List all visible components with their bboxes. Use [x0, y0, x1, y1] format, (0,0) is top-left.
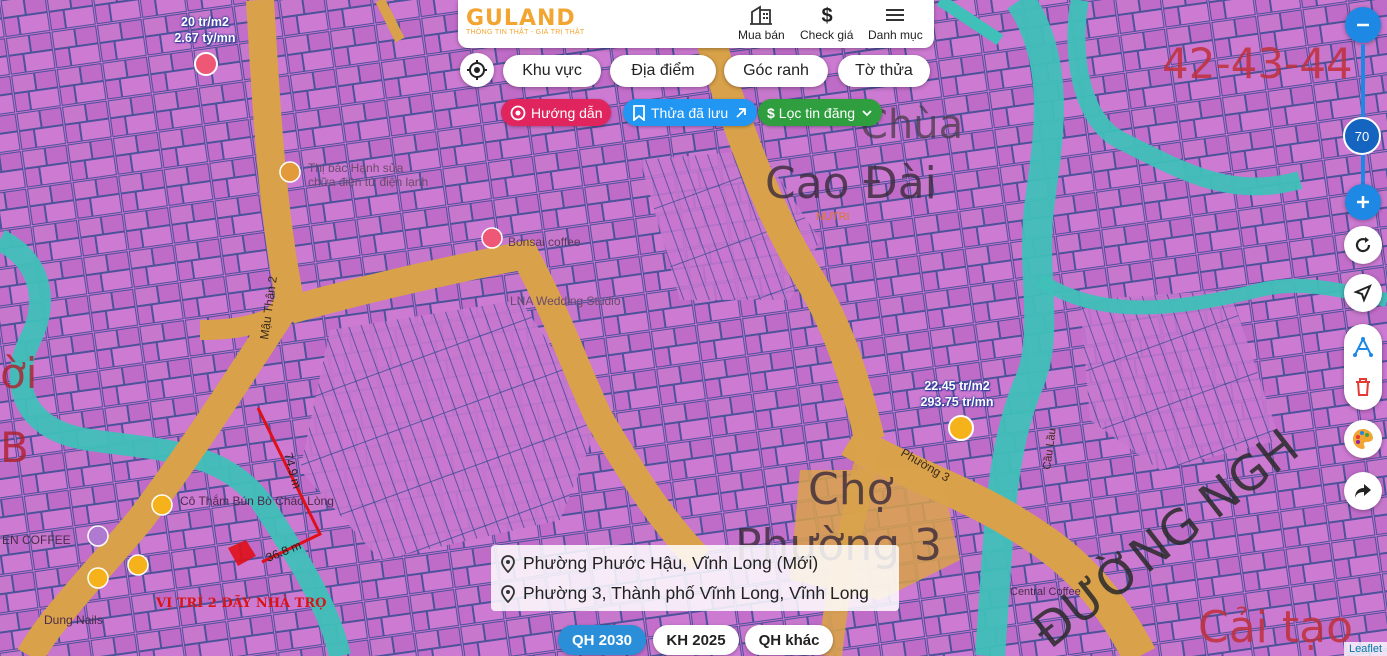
price-label-2[interactable]: 22.45 tr/m2 293.75 tr/mn [907, 378, 1007, 410]
poi-dung-label: Dung Nails [44, 613, 103, 627]
poi-repair-icon[interactable] [279, 161, 301, 183]
layer-style-button[interactable] [1344, 420, 1382, 458]
trash-icon [1356, 378, 1370, 396]
map-big-b: B [0, 423, 29, 472]
poi-shop-icon[interactable] [127, 554, 149, 576]
tool-group [1344, 324, 1382, 410]
refresh-icon [1355, 237, 1371, 253]
zoom-slider-track[interactable] [1361, 44, 1365, 186]
map-big-cao-dai: Cao Đài [765, 158, 937, 209]
poi-shop-icon-2[interactable] [87, 567, 109, 589]
poi-nutri-label: NUTRI [816, 211, 850, 223]
poi-wedding-label: LNA Wedding Studio [510, 294, 621, 308]
share-button[interactable] [1344, 472, 1382, 510]
navigate-icon [1353, 284, 1372, 303]
measure-button[interactable] [1344, 328, 1382, 366]
measure-icon [1353, 336, 1373, 357]
crosshair-icon [467, 60, 487, 80]
saved-parcels-chip[interactable]: Thửa đã lưu [623, 99, 758, 126]
navigate-button[interactable] [1344, 274, 1382, 312]
logo[interactable]: GULAND THÔNG TIN THẬT - GIÁ TRỊ THẬT [466, 6, 585, 36]
address-panel: Phường Phước Hậu, Vĩnh Long (Mới) Phường… [491, 545, 899, 611]
dollar-icon: $ [767, 104, 775, 121]
saved-parcels-label: Thửa đã lưu [651, 104, 729, 121]
check-price-label: Check giá [800, 28, 854, 42]
buy-sell-label: Mua bán [738, 28, 785, 42]
map-attribution[interactable]: Leaflet [1343, 642, 1387, 656]
poi-bun-label: Cô Thắm Bún Bò Cháo Lòng [180, 493, 334, 508]
address-line-new-text: Phường Phước Hậu, Vĩnh Long (Mới) [523, 553, 819, 573]
price-label-1[interactable]: 20 tr/m2 2.67 tỷ/mn [160, 14, 250, 46]
zoom-slider-handle[interactable]: 70 [1343, 117, 1381, 155]
address-line-old-text: Phường 3, Thành phố Vĩnh Long, Vĩnh Long [523, 583, 869, 603]
svg-text:$: $ [821, 5, 832, 26]
plus-icon [1357, 196, 1369, 208]
plan-kh2025-button[interactable]: KH 2025 [653, 625, 739, 655]
arrow-up-right-icon [736, 107, 747, 118]
poi-bonsai-icon[interactable] [481, 227, 503, 249]
map-big-cai-tao: Cải tạo [1198, 602, 1353, 653]
palette-icon [1353, 429, 1373, 449]
price-label-1-line1: 20 tr/m2 [181, 15, 229, 29]
target-icon [510, 105, 526, 120]
address-line-old[interactable]: Phường 3, Thành phố Vĩnh Long, Vĩnh Long [501, 583, 869, 604]
poi-repair-line-2: chữa điện tử điện lạnh [308, 175, 428, 189]
tab-to-thua[interactable]: Tờ thửa [838, 55, 930, 87]
tab-dia-diem[interactable]: Địa điểm [610, 55, 716, 87]
poi-central-label: Central Coffee [1010, 586, 1081, 598]
check-price-button[interactable]: $ Check giá [800, 4, 853, 42]
category-menu-label: Danh mục [868, 28, 923, 42]
poi-bun-icon[interactable] [151, 494, 173, 516]
tab-goc-ranh[interactable]: Góc ranh [724, 55, 828, 87]
map-pin-icon [501, 554, 515, 573]
logo-text: GULAND [466, 6, 576, 31]
poi-bonsai-label: Bonsai coffee [508, 235, 581, 249]
menu-icon [886, 9, 905, 21]
poi-repair-line-1: Thị bác Hạnh sửa [308, 161, 404, 175]
guide-chip[interactable]: Hướng dẫn [501, 99, 612, 126]
annotation-text: VỊ TRÍ 2 DÃY NHÀ TRỌ [155, 595, 326, 611]
chevron-down-icon [862, 109, 872, 116]
price-label-2-line1: 22.45 tr/m2 [924, 379, 990, 393]
map-pin-icon [501, 584, 515, 603]
minus-icon [1357, 23, 1369, 27]
clear-button[interactable] [1344, 368, 1382, 406]
header-bar: GULAND THÔNG TIN THẬT - GIÁ TRỊ THẬT Mua… [458, 0, 934, 48]
zoom-out-button[interactable] [1345, 7, 1381, 43]
zoom-level-label: 70 [1354, 128, 1370, 144]
building-icon [750, 5, 773, 25]
price-label-2-line2: 293.75 tr/mn [920, 395, 994, 409]
poi-coffee-left-icon[interactable] [87, 525, 109, 547]
price-label-1-line2: 2.67 tỷ/mn [174, 31, 236, 45]
poi-coffee-left-label: EN COFFEE [2, 533, 71, 547]
bookmark-icon [633, 104, 645, 121]
filter-listings-chip[interactable]: $ Lọc tin đăng [758, 99, 883, 126]
map-big-oi: ời [0, 349, 37, 398]
price-marker-dot-1[interactable] [194, 52, 218, 76]
dollar-icon: $ [821, 5, 832, 26]
refresh-button[interactable] [1344, 226, 1382, 264]
zoom-in-button[interactable] [1345, 184, 1381, 220]
logo-tagline: THÔNG TIN THẬT - GIÁ TRỊ THẬT [466, 29, 585, 36]
filter-listings-label: Lọc tin đăng [778, 104, 856, 121]
plan-qh2030-button[interactable]: QH 2030 [558, 625, 646, 655]
plan-other-button[interactable]: QH khác [745, 625, 833, 655]
guide-chip-label: Hướng dẫn [531, 104, 603, 121]
map-big-codes: 42-43-44 [1162, 39, 1353, 88]
category-menu-button[interactable]: Danh mục [868, 4, 923, 42]
share-icon [1355, 484, 1371, 498]
buy-sell-button[interactable]: Mua bán [738, 4, 785, 42]
tab-khu-vuc[interactable]: Khu vực [503, 55, 601, 87]
address-line-new[interactable]: Phường Phước Hậu, Vĩnh Long (Mới) [501, 553, 818, 574]
map-big-cho: Chợ [808, 464, 894, 515]
price-marker-dot-2[interactable] [948, 415, 974, 441]
locate-button[interactable] [460, 53, 494, 87]
